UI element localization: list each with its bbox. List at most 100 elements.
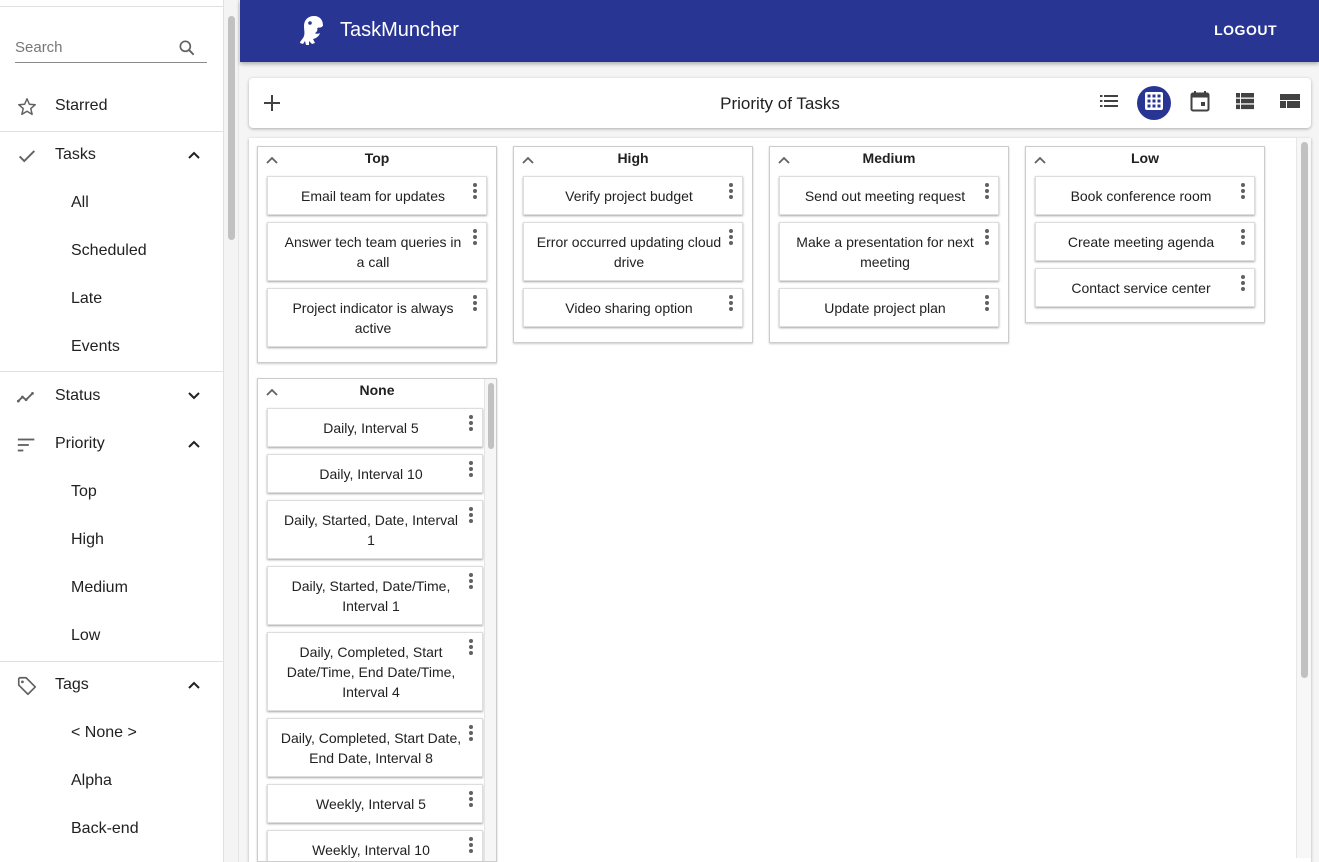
more-vert-icon[interactable] bbox=[728, 182, 734, 200]
chevron-up-icon[interactable] bbox=[265, 385, 279, 397]
sidebar-item-tags[interactable]: Tags bbox=[0, 661, 223, 709]
more-vert-icon[interactable] bbox=[468, 724, 474, 742]
quilt-view-button[interactable] bbox=[1273, 86, 1307, 120]
search-input[interactable] bbox=[15, 38, 175, 56]
more-vert-icon[interactable] bbox=[468, 790, 474, 808]
chevron-up-icon[interactable] bbox=[186, 677, 202, 693]
more-vert-icon[interactable] bbox=[472, 182, 478, 200]
chevron-up-icon[interactable] bbox=[186, 436, 202, 452]
task-card[interactable]: Daily, Interval 10 bbox=[267, 454, 483, 493]
logout-button[interactable]: LOGOUT bbox=[1214, 22, 1277, 38]
task-card[interactable]: Video sharing option bbox=[523, 288, 743, 327]
sidebar-item-medium[interactable]: Medium bbox=[0, 564, 223, 612]
more-vert-icon[interactable] bbox=[1240, 274, 1246, 292]
task-title: Email team for updates bbox=[301, 188, 445, 204]
scrollbar-thumb[interactable] bbox=[488, 383, 494, 449]
chevron-up-icon[interactable] bbox=[265, 153, 279, 165]
task-card[interactable]: Daily, Started, Date, Interval 1 bbox=[267, 500, 483, 559]
task-card[interactable]: Send out meeting request bbox=[779, 176, 999, 215]
task-title: Video sharing option bbox=[565, 300, 693, 316]
more-vert-icon[interactable] bbox=[472, 294, 478, 312]
task-card[interactable]: Weekly, Interval 5 bbox=[267, 784, 483, 823]
sidebar-item-tag-none[interactable]: < None > bbox=[0, 709, 223, 757]
lane-title: Low bbox=[1131, 150, 1159, 166]
task-card[interactable]: Project indicator is always active bbox=[267, 288, 487, 347]
task-card[interactable]: Weekly, Interval 10 bbox=[267, 830, 483, 861]
sidebar-item-events[interactable]: Events bbox=[0, 323, 223, 371]
detail-list-view-button[interactable] bbox=[1228, 86, 1262, 120]
more-vert-icon[interactable] bbox=[468, 836, 474, 854]
more-vert-icon[interactable] bbox=[468, 638, 474, 656]
task-card[interactable]: Daily, Completed, Start Date/Time, End D… bbox=[267, 632, 483, 711]
view-quilt-icon bbox=[1280, 91, 1300, 116]
task-card[interactable]: Book conference room bbox=[1035, 176, 1255, 215]
scrollbar-thumb[interactable] bbox=[228, 16, 235, 240]
grid-view-button[interactable] bbox=[1137, 86, 1171, 120]
sidebar-item-high[interactable]: High bbox=[0, 516, 223, 564]
task-title: Book conference room bbox=[1070, 188, 1212, 204]
more-vert-icon[interactable] bbox=[468, 414, 474, 432]
sidebar-item-all[interactable]: All bbox=[0, 179, 223, 227]
list-view-button[interactable] bbox=[1092, 86, 1126, 120]
search-field[interactable] bbox=[15, 32, 207, 63]
task-title: Answer tech team queries in a call bbox=[284, 234, 462, 270]
chevron-down-icon[interactable] bbox=[186, 388, 202, 404]
task-card[interactable]: Error occurred updating cloud drive bbox=[523, 222, 743, 281]
more-vert-icon[interactable] bbox=[468, 506, 474, 524]
task-title: Project indicator is always active bbox=[292, 300, 454, 336]
task-card[interactable]: Answer tech team queries in a call bbox=[267, 222, 487, 281]
tag-icon bbox=[16, 675, 38, 697]
lane-title: Top bbox=[364, 150, 390, 166]
sidebar-scrollbar[interactable] bbox=[224, 0, 239, 862]
sidebar-item-tag-alpha[interactable]: Alpha bbox=[0, 757, 223, 805]
more-vert-icon[interactable] bbox=[728, 294, 734, 312]
task-card[interactable]: Email team for updates bbox=[267, 176, 487, 215]
sidebar-item-top[interactable]: Top bbox=[0, 468, 223, 516]
task-title: Daily, Started, Date, Interval 1 bbox=[283, 512, 459, 548]
chevron-up-icon[interactable] bbox=[777, 153, 791, 165]
sidebar-item-starred[interactable]: Starred bbox=[0, 82, 223, 130]
more-vert-icon[interactable] bbox=[468, 460, 474, 478]
sidebar-item-priority[interactable]: Priority bbox=[0, 420, 223, 468]
lane-scrollbar[interactable] bbox=[484, 379, 496, 861]
task-card[interactable]: Make a presentation for next meeting bbox=[779, 222, 999, 281]
sidebar-item-label: Tasks bbox=[55, 146, 96, 163]
divider bbox=[0, 6, 223, 7]
chevron-up-icon[interactable] bbox=[1033, 153, 1047, 165]
check-icon bbox=[16, 145, 38, 167]
sidebar-item-tasks[interactable]: Tasks bbox=[0, 131, 223, 179]
sidebar-item-label: Late bbox=[71, 290, 103, 307]
more-vert-icon[interactable] bbox=[1240, 228, 1246, 246]
sidebar-item-tag-back-end[interactable]: Back-end bbox=[0, 805, 223, 853]
more-vert-icon[interactable] bbox=[984, 294, 990, 312]
sidebar-item-low[interactable]: Low bbox=[0, 612, 223, 660]
chevron-up-icon[interactable] bbox=[521, 153, 535, 165]
task-card[interactable]: Update project plan bbox=[779, 288, 999, 327]
sidebar-item-scheduled[interactable]: Scheduled bbox=[0, 227, 223, 275]
priority-lane-low: Low Book conference room Create meeting ag… bbox=[1025, 146, 1265, 323]
more-vert-icon[interactable] bbox=[472, 228, 478, 246]
sidebar-item-label: Low bbox=[71, 627, 101, 644]
task-card[interactable]: Daily, Interval 5 bbox=[267, 408, 483, 447]
task-card[interactable]: Create meeting agenda bbox=[1035, 222, 1255, 261]
sidebar-item-status[interactable]: Status bbox=[0, 372, 223, 420]
scrollbar-thumb[interactable] bbox=[1301, 142, 1308, 678]
more-vert-icon[interactable] bbox=[984, 182, 990, 200]
calendar-view-button[interactable] bbox=[1183, 86, 1217, 120]
more-vert-icon[interactable] bbox=[1240, 182, 1246, 200]
task-card[interactable]: Daily, Completed, Start Date, End Date, … bbox=[267, 718, 483, 777]
sidebar-item-late[interactable]: Late bbox=[0, 275, 223, 323]
task-title: Verify project budget bbox=[565, 188, 693, 204]
search-icon[interactable] bbox=[177, 38, 197, 63]
more-vert-icon[interactable] bbox=[984, 228, 990, 246]
task-card[interactable]: Contact service center bbox=[1035, 268, 1255, 307]
priority-board: Top Email team for updates Answer tech tea… bbox=[249, 138, 1311, 862]
star-icon bbox=[16, 96, 38, 118]
task-card[interactable]: Daily, Started, Date/Time, Interval 1 bbox=[267, 566, 483, 625]
sidebar-item-label: All bbox=[71, 194, 89, 211]
more-vert-icon[interactable] bbox=[728, 228, 734, 246]
chevron-up-icon[interactable] bbox=[186, 147, 202, 163]
task-card[interactable]: Verify project budget bbox=[523, 176, 743, 215]
board-scrollbar[interactable] bbox=[1296, 138, 1311, 858]
more-vert-icon[interactable] bbox=[468, 572, 474, 590]
